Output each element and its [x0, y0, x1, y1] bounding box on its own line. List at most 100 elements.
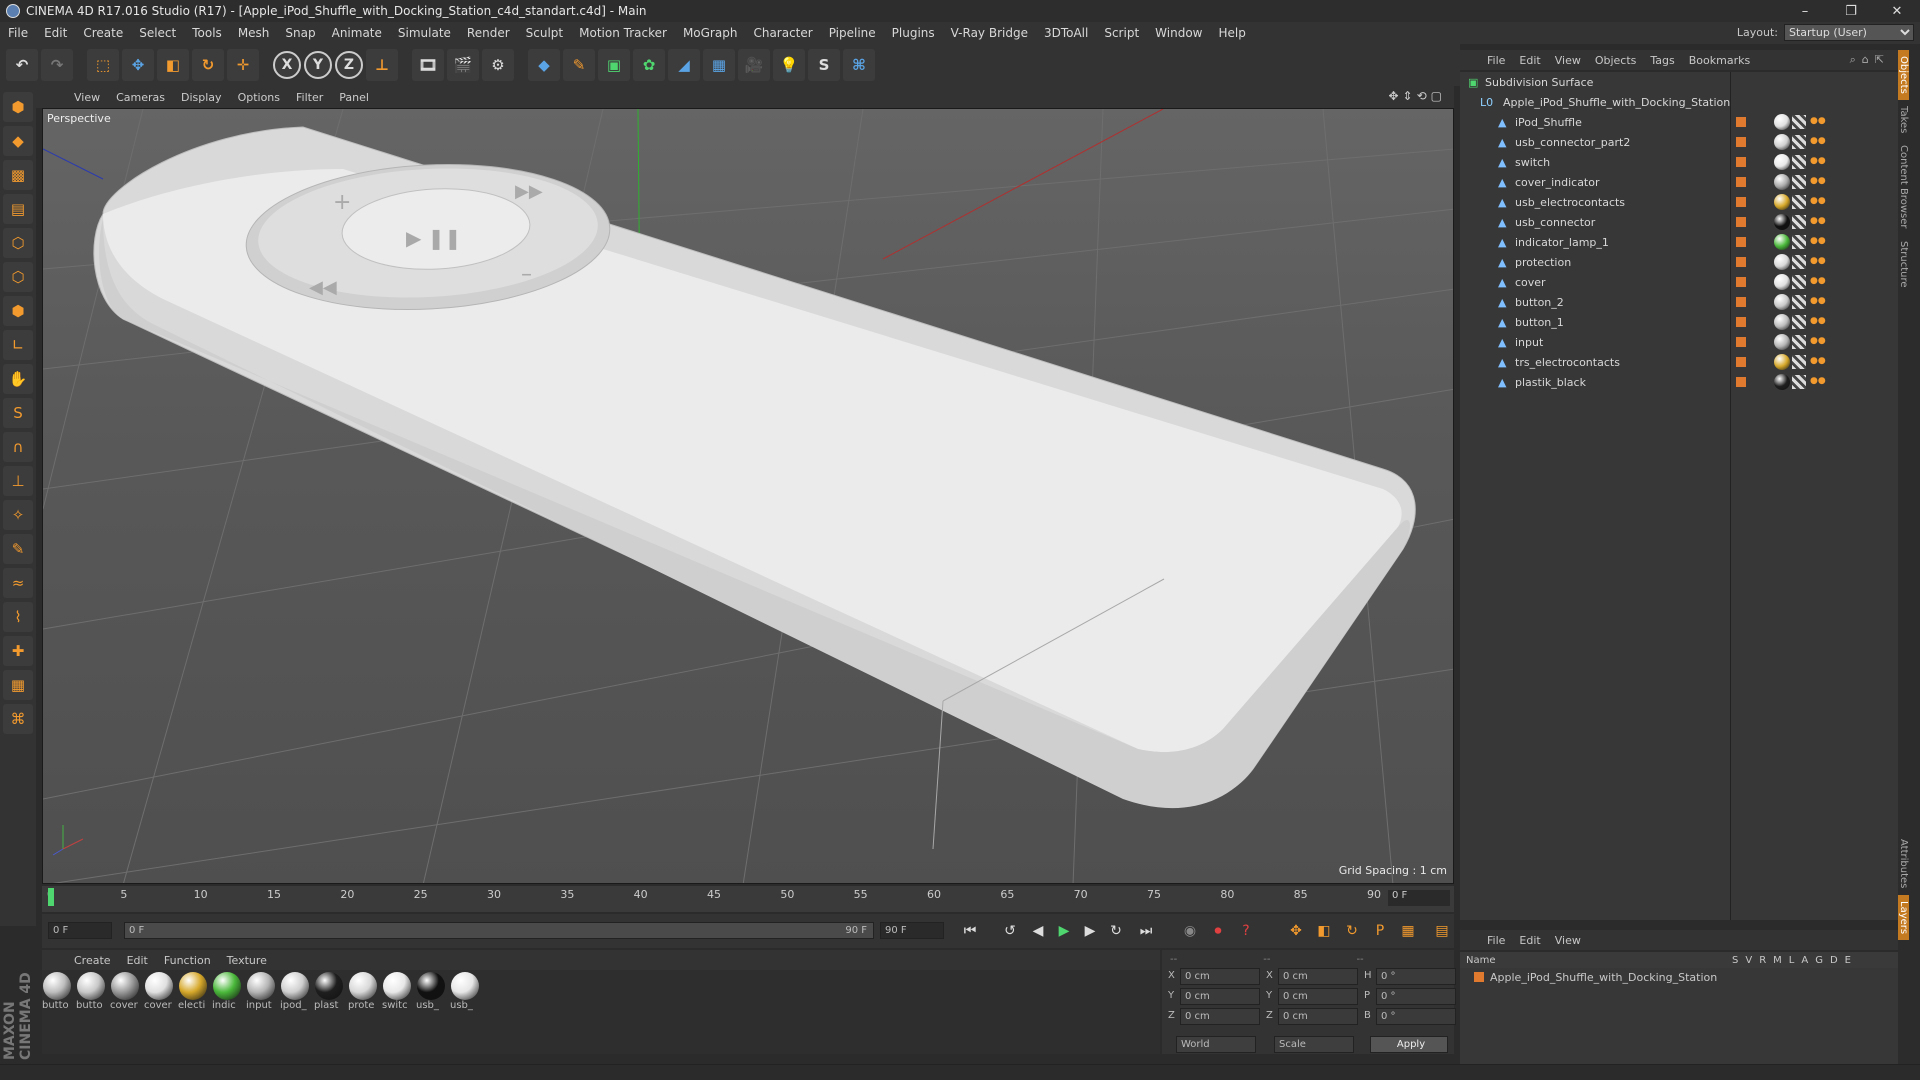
phong-tag-icon[interactable]: ●●	[1810, 156, 1826, 168]
layer-column-header[interactable]: A	[1801, 955, 1808, 966]
key-pla-icon[interactable]: ▦	[1396, 920, 1420, 942]
layer-column-header[interactable]: E	[1845, 955, 1851, 966]
key-rotation-icon[interactable]: ↻	[1340, 920, 1364, 942]
layer-color-indicator[interactable]	[1736, 217, 1746, 227]
viewport-menu-view[interactable]: View	[66, 91, 108, 104]
viewport-menu-options[interactable]: Options	[230, 91, 288, 104]
phong-tag-icon[interactable]: ●●	[1810, 176, 1826, 188]
perspective-viewport[interactable]: ▶ ❚❚ + ▶▶ – ◀◀ Perspective Grid Spacing …	[42, 108, 1454, 884]
menu-3dtoall[interactable]: 3DToAll	[1036, 26, 1096, 40]
material-item[interactable]: electi	[178, 972, 208, 1054]
texture-tag-icon[interactable]	[1792, 335, 1806, 349]
phong-tag-icon[interactable]: ●●	[1810, 316, 1826, 328]
undo-icon[interactable]: ↶	[6, 49, 38, 81]
next-frame-icon[interactable]: ▶	[1078, 920, 1102, 942]
material-item[interactable]: butto	[42, 972, 72, 1054]
material-tag-icon[interactable]	[1774, 234, 1790, 250]
side-tab-takes[interactable]: Takes	[1898, 100, 1909, 139]
phong-tag-icon[interactable]: ●●	[1810, 136, 1826, 148]
layer-color-indicator[interactable]	[1736, 237, 1746, 247]
object-tree-row[interactable]: ▲ usb_connector ●●	[1460, 212, 1898, 232]
menu-simulate[interactable]: Simulate	[390, 26, 459, 40]
material-tag-icon[interactable]	[1774, 374, 1790, 390]
layers-menu-file[interactable]: File	[1480, 934, 1512, 947]
coordinate-value-field[interactable]: 0 cm	[1278, 968, 1358, 985]
cube-icon[interactable]: ◆	[528, 49, 560, 81]
coordinate-value-field[interactable]: 0 °	[1376, 988, 1456, 1005]
texture-mode-icon[interactable]: ▩	[3, 160, 33, 190]
layer-color-indicator[interactable]	[1736, 277, 1746, 287]
maximize-button[interactable]: ❐	[1828, 0, 1874, 22]
object-tree-row[interactable]: ▲ switch ●●	[1460, 152, 1898, 172]
phong-tag-icon[interactable]: ●●	[1810, 236, 1826, 248]
tweak-mode-icon[interactable]: ✋	[3, 364, 33, 394]
s-icon[interactable]: S	[808, 49, 840, 81]
phong-tag-icon[interactable]: ●●	[1810, 296, 1826, 308]
menu-create[interactable]: Create	[75, 26, 131, 40]
layer-column-header[interactable]: G	[1815, 955, 1823, 966]
object-tree-row[interactable]: ▲ button_2 ●●	[1460, 292, 1898, 312]
go-to-start-icon[interactable]: ⏮	[958, 920, 982, 942]
material-tag-icon[interactable]	[1774, 154, 1790, 170]
world-coordinates-icon[interactable]: ⊥	[366, 49, 398, 81]
material-item[interactable]: plast	[314, 972, 344, 1054]
texture-tag-icon[interactable]	[1792, 315, 1806, 329]
objects-menu-objects[interactable]: Objects	[1588, 54, 1644, 67]
material-tag-icon[interactable]	[1774, 314, 1790, 330]
edit-render-settings-icon[interactable]: ⚙	[482, 49, 514, 81]
menu-tools[interactable]: Tools	[184, 26, 230, 40]
coordinate-value-field[interactable]: 0 cm	[1278, 988, 1358, 1005]
layer-color-indicator[interactable]	[1736, 177, 1746, 187]
texture-tag-icon[interactable]	[1792, 175, 1806, 189]
end-frame-field[interactable]: 90 F	[880, 922, 944, 939]
layer-column-header[interactable]: V	[1745, 955, 1752, 966]
autokeying-icon[interactable]: ⏺	[1206, 920, 1230, 942]
object-tree-row[interactable]: ▲ button_1 ●●	[1460, 312, 1898, 332]
material-tag-icon[interactable]	[1774, 354, 1790, 370]
object-tree-row[interactable]: ▲ iPod_Shuffle ●●	[1460, 112, 1898, 132]
key-parameter-icon[interactable]: P	[1368, 920, 1392, 942]
coordinate-value-field[interactable]: 0 cm	[1278, 1008, 1358, 1025]
object-tree-row[interactable]: ▲ protection ●●	[1460, 252, 1898, 272]
coordinate-value-field[interactable]: 0 cm	[1180, 968, 1260, 985]
phong-tag-icon[interactable]: ●●	[1810, 376, 1826, 388]
layer-color-indicator[interactable]	[1736, 317, 1746, 327]
material-tag-icon[interactable]	[1774, 114, 1790, 130]
menu-vray-bridge[interactable]: V-Ray Bridge	[943, 26, 1036, 40]
python-script-icon[interactable]: ⌘	[3, 704, 33, 734]
object-manager-search-icons[interactable]: ⌕⌂⇱	[1850, 53, 1890, 67]
object-tree-row[interactable]: ▲ usb_connector_part2 ●●	[1460, 132, 1898, 152]
viewport-menu-cameras[interactable]: Cameras	[108, 91, 173, 104]
layer-color-indicator[interactable]	[1736, 377, 1746, 387]
menu-mograph[interactable]: MoGraph	[675, 26, 746, 40]
objects-menu-file[interactable]: File	[1480, 54, 1512, 67]
material-tag-icon[interactable]	[1774, 174, 1790, 190]
material-item[interactable]: usb_	[416, 972, 446, 1054]
smooth-icon[interactable]: ≈	[3, 568, 33, 598]
layer-row[interactable]: Apple_iPod_Shuffle_with_Docking_Station	[1460, 968, 1898, 986]
grid-icon[interactable]: ▦	[3, 670, 33, 700]
make-editable-icon[interactable]: ⬢	[3, 92, 33, 122]
grab-icon[interactable]: ⌇	[3, 602, 33, 632]
texture-tag-icon[interactable]	[1792, 215, 1806, 229]
range-slider[interactable]: 0 F 90 F	[124, 922, 874, 939]
playhead[interactable]	[48, 888, 54, 906]
key-position-icon[interactable]: ✥	[1284, 920, 1308, 942]
object-manager-column-divider[interactable]	[1730, 72, 1731, 920]
layers-menu-edit[interactable]: Edit	[1512, 934, 1547, 947]
texture-tag-icon[interactable]	[1792, 375, 1806, 389]
coordinate-value-field[interactable]: 0 °	[1376, 968, 1456, 985]
object-tree-row[interactable]: ▲ cover ●●	[1460, 272, 1898, 292]
lock-workplane-icon[interactable]: ✚	[3, 636, 33, 666]
layers-menu-view[interactable]: View	[1548, 934, 1588, 947]
material-item[interactable]: cover	[110, 972, 140, 1054]
texture-tag-icon[interactable]	[1792, 275, 1806, 289]
menu-animate[interactable]: Animate	[324, 26, 390, 40]
menu-render[interactable]: Render	[459, 26, 518, 40]
layer-column-header[interactable]: M	[1773, 955, 1782, 966]
viewport-menu-filter[interactable]: Filter	[288, 91, 331, 104]
menu-mesh[interactable]: Mesh	[230, 26, 278, 40]
material-tag-icon[interactable]	[1774, 194, 1790, 210]
texture-tag-icon[interactable]	[1792, 255, 1806, 269]
layer-color-swatch[interactable]	[1474, 972, 1484, 982]
